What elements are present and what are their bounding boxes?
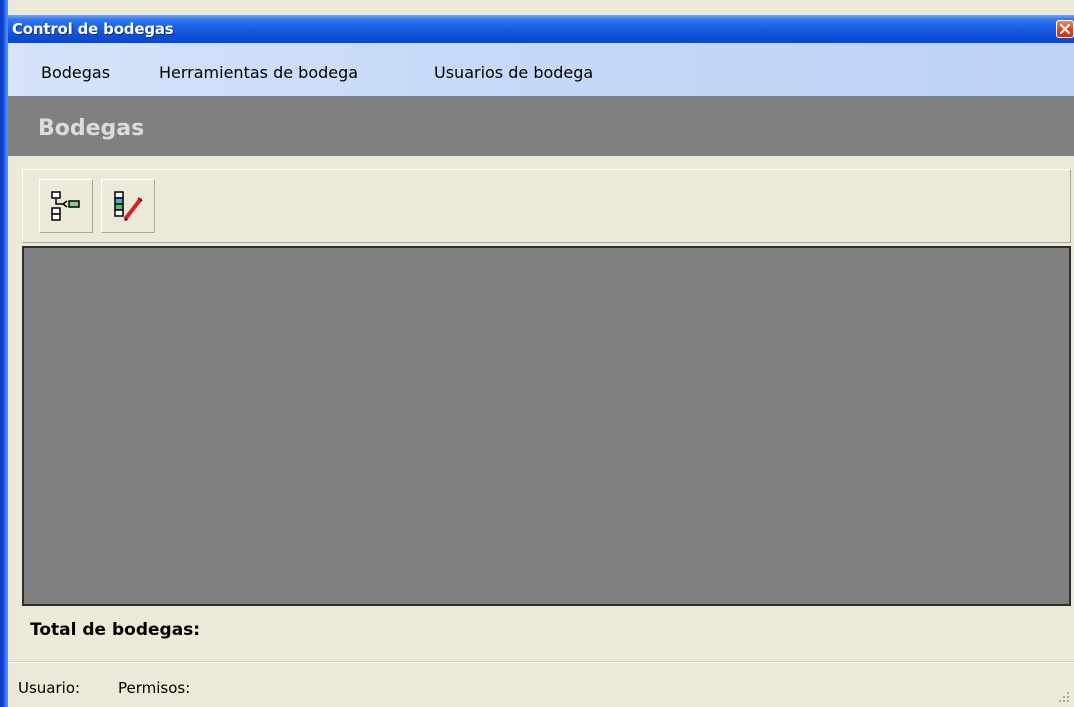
menu-bar: Bodegas Herramientas de bodega Usuarios … (8, 43, 1074, 96)
list-edit-icon (114, 191, 143, 221)
menu-item-herramientas-de-bodega[interactable]: Herramientas de bodega (159, 63, 358, 82)
status-permissions-label: Permisos: (118, 679, 191, 697)
menu-item-usuarios-de-bodega[interactable]: Usuarios de bodega (434, 63, 593, 82)
window-title: Control de bodegas (12, 20, 174, 38)
total-bodegas-label: Total de bodegas: (30, 620, 201, 640)
title-bar-highlight (8, 15, 1074, 19)
close-icon (1060, 24, 1070, 34)
tree-add-button[interactable] (39, 179, 93, 233)
bodegas-content-area[interactable] (22, 246, 1071, 606)
toolbar (22, 169, 1071, 243)
status-user-label: Usuario: (18, 679, 81, 697)
status-divider (8, 661, 1074, 663)
menu-item-bodegas[interactable]: Bodegas (41, 63, 110, 82)
status-bar: Usuario: Permisos: (8, 674, 1074, 707)
page-header: Bodegas (8, 96, 1074, 158)
main-window: Control de bodegas Bodegas Herramientas … (0, 0, 1074, 707)
title-bar[interactable]: Control de bodegas (8, 15, 1074, 43)
page-title: Bodegas (38, 116, 145, 141)
resize-grip-icon[interactable] (1056, 689, 1070, 703)
list-edit-button[interactable] (101, 179, 155, 233)
tree-add-icon (51, 191, 80, 221)
close-button[interactable] (1056, 20, 1074, 38)
window-frame-left (0, 0, 8, 707)
